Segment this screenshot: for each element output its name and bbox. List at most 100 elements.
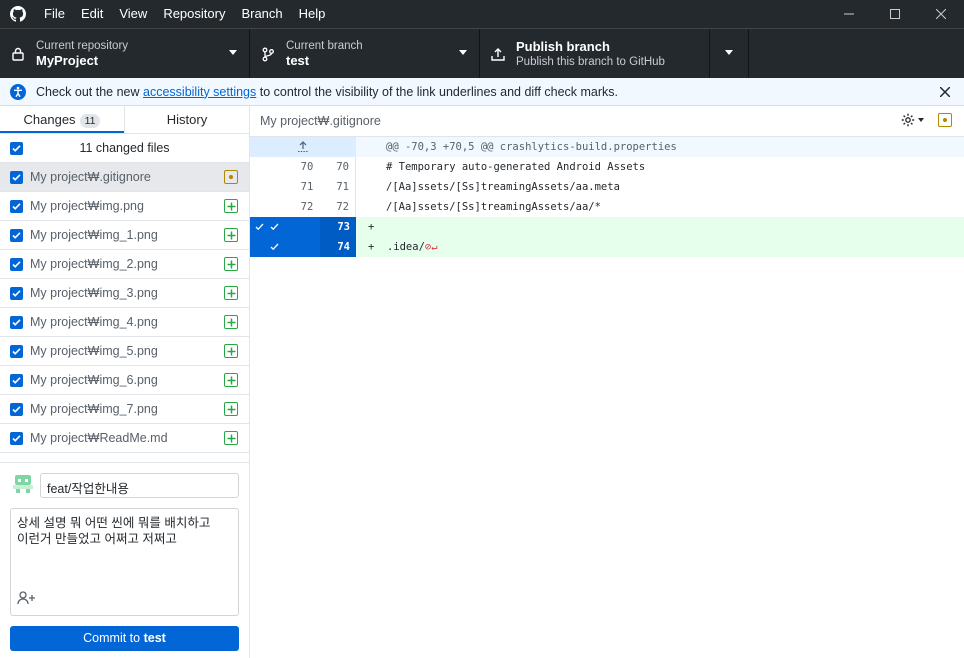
- line-include-check-icon: [268, 217, 320, 237]
- file-list: My project₩.gitignore My project₩img.png M…: [0, 163, 249, 453]
- description-line: 이런거 만들었고 어쩌고 저쩌고: [17, 532, 177, 546]
- close-icon: [939, 86, 951, 98]
- lock-icon: [0, 47, 36, 61]
- tab-history[interactable]: History: [124, 106, 249, 133]
- file-row[interactable]: My project₩img.png: [0, 192, 249, 221]
- file-added-icon: [224, 431, 238, 445]
- file-checkbox[interactable]: [10, 402, 23, 416]
- file-row[interactable]: My project₩img_5.png: [0, 337, 249, 366]
- accessibility-banner: Check out the new accessibility settings…: [0, 78, 964, 106]
- old-line-number: 72: [300, 201, 314, 213]
- diff-line-added[interactable]: 73 +: [250, 217, 964, 237]
- menu-view[interactable]: View: [111, 0, 155, 28]
- expand-up-button[interactable]: [250, 137, 356, 157]
- no-newline-icon: ⊘↵: [424, 241, 438, 253]
- hunk-text: @@ -70,3 +70,5 @@ crashlytics-build.prop…: [386, 141, 677, 153]
- file-checkbox[interactable]: [10, 228, 23, 242]
- branch-icon: [250, 47, 286, 62]
- diff-line-context: 71 71 /[Aa]ssets/[Ss]treamingAssets/aa.met…: [250, 177, 964, 197]
- file-name: My project₩img_3.png: [30, 286, 158, 300]
- file-row[interactable]: My project₩ReadMe.md: [0, 424, 249, 453]
- changes-count-badge: 11: [79, 114, 101, 128]
- added-marker: +: [368, 241, 387, 253]
- new-line-number: 71: [336, 181, 349, 193]
- add-coauthor-button[interactable]: [17, 591, 37, 609]
- new-line-number: 74: [320, 237, 356, 257]
- chevron-down-icon: [725, 50, 733, 55]
- file-row[interactable]: My project₩img_6.png: [0, 366, 249, 395]
- file-row[interactable]: My project₩.gitignore: [0, 163, 249, 192]
- menu-help[interactable]: Help: [291, 0, 334, 28]
- diff-panel: My project₩.gitignore @@ -70,3 +70,5 @@ …: [250, 106, 964, 658]
- commit-area: feat/작업한내용 상세 설명 뭐 어떤 씬에 뭐를 배치하고 이런거 만들었…: [0, 462, 249, 658]
- branch-label: Current branch: [286, 40, 363, 52]
- diff-line-context: 70 70 # Temporary auto-generated Android A…: [250, 157, 964, 177]
- commit-description-input[interactable]: 상세 설명 뭐 어떤 씬에 뭐를 배치하고 이런거 만들었고 어쩌고 저쩌고: [10, 508, 239, 616]
- file-row[interactable]: My project₩img_1.png: [0, 221, 249, 250]
- file-checkbox[interactable]: [10, 315, 23, 329]
- chevron-down-icon: [229, 50, 237, 55]
- file-row[interactable]: My project₩img_2.png: [0, 250, 249, 279]
- file-checkbox[interactable]: [10, 431, 23, 445]
- close-banner-button[interactable]: [939, 83, 951, 102]
- diff-code: /[Aa]ssets/[Ss]treamingAssets/aa/*: [386, 201, 601, 213]
- publish-branch-button[interactable]: Publish branch Publish this branch to Gi…: [480, 29, 710, 79]
- file-name: My project₩img.png: [30, 199, 144, 213]
- select-all-checkbox[interactable]: [10, 141, 23, 155]
- file-name: My project₩img_5.png: [30, 344, 158, 358]
- menu-repository[interactable]: Repository: [155, 0, 233, 28]
- commit-summary-input[interactable]: feat/작업한내용: [40, 473, 239, 498]
- file-name: My project₩.gitignore: [30, 170, 151, 184]
- file-checkbox[interactable]: [10, 257, 23, 271]
- github-logo-icon: [0, 0, 36, 28]
- close-window-button[interactable]: [918, 0, 964, 28]
- current-repository-button[interactable]: Current repository MyProject: [0, 29, 250, 79]
- upload-icon: [480, 47, 516, 61]
- file-name: My project₩img_1.png: [30, 228, 158, 242]
- diff-code: # Temporary auto-generated Android Asset…: [386, 161, 646, 173]
- file-modified-icon: [224, 170, 238, 184]
- commit-button-prefix: Commit to: [83, 631, 144, 645]
- diff-lines: 70 70 # Temporary auto-generated Android A…: [250, 157, 964, 257]
- select-all-row: 11 changed files: [0, 134, 249, 163]
- chevron-down-icon: [918, 118, 924, 122]
- publish-subtitle: Publish this branch to GitHub: [516, 56, 665, 68]
- line-include-check-icon: [268, 237, 320, 257]
- blank: [250, 237, 268, 257]
- file-added-icon: [224, 315, 238, 329]
- avatar: [12, 473, 34, 495]
- repository-label: Current repository: [36, 40, 129, 52]
- file-added-icon: [224, 373, 238, 387]
- menu-edit[interactable]: Edit: [73, 0, 111, 28]
- menu-branch[interactable]: Branch: [233, 0, 290, 28]
- tab-changes[interactable]: Changes 11: [0, 106, 124, 133]
- diff-hunk-header: @@ -70,3 +70,5 @@ crashlytics-build.prop…: [250, 137, 964, 157]
- diff-code: .idea/: [386, 241, 425, 253]
- file-checkbox[interactable]: [10, 373, 23, 387]
- commit-button[interactable]: Commit to test: [10, 626, 239, 651]
- diff-code: /[Aa]ssets/[Ss]treamingAssets/aa.meta: [386, 181, 620, 193]
- file-checkbox[interactable]: [10, 170, 23, 184]
- file-checkbox[interactable]: [10, 199, 23, 213]
- file-checkbox[interactable]: [10, 286, 23, 300]
- file-row[interactable]: My project₩img_7.png: [0, 395, 249, 424]
- file-row[interactable]: My project₩img_3.png: [0, 279, 249, 308]
- file-row[interactable]: My project₩img_4.png: [0, 308, 249, 337]
- old-line-number: 70: [300, 161, 314, 173]
- tab-changes-label: Changes: [23, 112, 76, 127]
- current-branch-button[interactable]: Current branch test: [250, 29, 480, 79]
- chevron-down-icon: [459, 50, 467, 55]
- accessibility-settings-link[interactable]: accessibility settings: [143, 85, 256, 99]
- file-added-icon: [224, 344, 238, 358]
- menu-file[interactable]: File: [36, 0, 73, 28]
- publish-dropdown-button[interactable]: [710, 29, 749, 79]
- diff-settings-button[interactable]: [901, 113, 924, 127]
- new-line-number: 73: [320, 217, 356, 237]
- maximize-button[interactable]: [872, 0, 918, 28]
- diff-line-context: 72 72 /[Aa]ssets/[Ss]treamingAssets/aa/*: [250, 197, 964, 217]
- diff-line-added[interactable]: 74 + .idea/⊘↵: [250, 237, 964, 257]
- diff-file-path: My project₩.gitignore: [260, 114, 381, 128]
- toolbar: Current repository MyProject Current bra…: [0, 28, 964, 79]
- minimize-button[interactable]: [826, 0, 872, 28]
- file-checkbox[interactable]: [10, 344, 23, 358]
